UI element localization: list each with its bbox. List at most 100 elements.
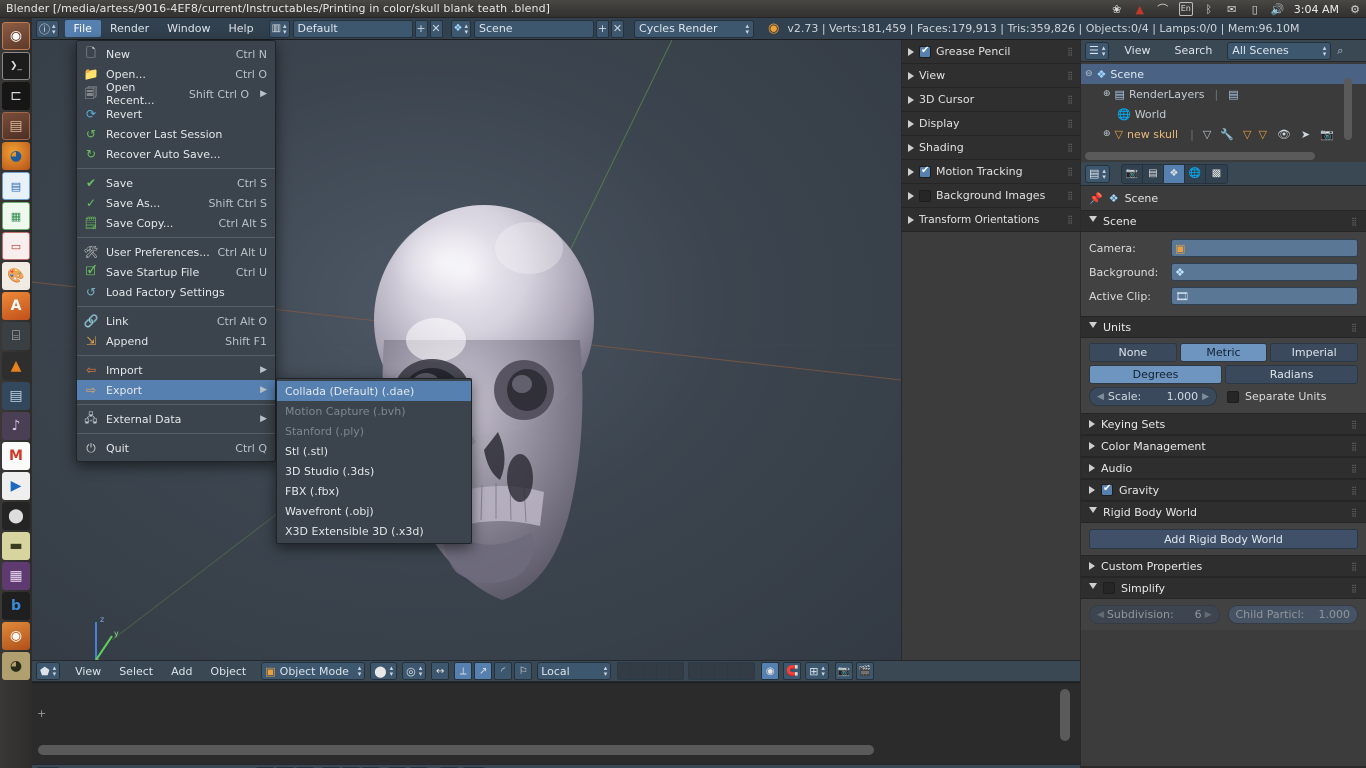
rotation-units-radians[interactable]: Radians [1225,365,1358,384]
npanel-transform-orientations[interactable]: Transform Orientations ⣿ [902,208,1080,232]
panel-drag-handle[interactable]: ⣿ [1351,464,1358,472]
expand-icon[interactable]: ⊕ [1103,89,1111,99]
new-screen-layout-button[interactable]: + [414,19,428,38]
dock-item-vlc[interactable]: ▲ [2,352,30,380]
panel-drag-handle[interactable]: ⣿ [1351,508,1358,516]
outliner-editor[interactable]: ☰ ▴ ▾ View Search All Scenes ▴ ▾ ⌕ ⊖ ❖ Sce… [1080,40,1366,162]
chevron-left-icon[interactable]: ◀ [1097,610,1104,620]
mesh-data-icon[interactable]: ▽ [1203,128,1211,141]
file-menu-export[interactable]: ⇨ Export ▶ [77,380,275,400]
dock-item-video-editor[interactable]: ▦ [2,562,30,590]
child-particles-slider[interactable]: Child Particl: 1.000 [1227,605,1358,624]
file-menu-open-recent[interactable]: 🗐 Open Recent... Shift Ctrl O ▶ [77,81,275,107]
panel-drag-handle[interactable]: ⣿ [1067,216,1074,224]
dock-item-media-player[interactable]: ▶ [2,472,30,500]
timeline-editor[interactable]: + [32,682,1080,764]
file-menu-quit[interactable]: ⏻ Quit Ctrl Q [77,438,275,458]
file-menu-external-data[interactable]: 🖧 External Data ▶ [77,409,275,429]
tab-texture[interactable]: ▩ [1206,165,1227,183]
file-menu-save-startup-file[interactable]: 🗹 Save Startup File Ctrl U [77,262,275,282]
panel-drag-handle[interactable]: ⣿ [1067,72,1074,80]
panel-drag-handle[interactable]: ⣿ [1351,584,1358,592]
dock-item-archive-manager[interactable]: ▤ [2,382,30,410]
interaction-mode-selector[interactable]: ▣ Object Mode ▴ ▾ [261,662,366,680]
npanel-3d-cursor[interactable]: 3D Cursor ⣿ [902,88,1080,112]
delete-screen-layout-button[interactable]: ✕ [429,19,443,38]
background-images-checkbox[interactable] [919,189,931,202]
unit-system-imperial[interactable]: Imperial [1270,343,1359,362]
volume-icon[interactable]: 🔊 [1271,2,1285,16]
panel-header-simplify[interactable]: Simplify ⣿ [1081,577,1366,599]
file-menu-user-preferences[interactable]: 🛠 User Preferences... Ctrl Alt U [77,242,275,262]
outliner-row-new-skull[interactable]: ⊕ ▽ new skull | ▽ 🔧 ▽ ▽ 👁 ➤ 📷 [1081,124,1366,144]
panel-header-audio[interactable]: Audio ⣿ [1081,457,1366,479]
separate-units-control[interactable]: Separate Units [1227,390,1326,403]
dock-item-libreoffice-impress[interactable]: ▭ [2,232,30,260]
menu-help[interactable]: Help [219,20,262,37]
dock-item-wings3d[interactable]: ▬ [2,532,30,560]
render-image-icon[interactable]: 📷 [834,662,853,680]
viewport-shading-selector[interactable]: ⬤ ▴ ▾ [370,662,398,680]
file-menu-dropdown[interactable]: 🗋 New Ctrl N 📁 Open... Ctrl O 🗐 Open Rec… [76,40,276,462]
file-menu-save-copy[interactable]: 🗒 Save Copy... Ctrl Alt S [77,213,275,233]
editor-type-selector-properties[interactable]: ▤ ▴ ▾ [1085,164,1110,183]
dock-item-terminal[interactable]: ❯_ [2,52,30,80]
timeline-expand-icon[interactable]: + [37,707,46,720]
tab-render[interactable]: 📷 [1122,164,1143,183]
tab-scene[interactable]: ❖ [1163,164,1185,183]
viewport-menu-object[interactable]: Object [201,663,255,680]
file-menu-recover-auto-save[interactable]: ↻ Recover Auto Save... [77,144,275,164]
panel-drag-handle[interactable]: ⣿ [1351,420,1358,428]
file-menu-append[interactable]: ⇲ Append Shift F1 [77,331,275,351]
expand-icon[interactable]: ⊕ [1103,129,1111,139]
file-menu-new[interactable]: 🗋 New Ctrl N [77,44,275,64]
outliner-horizontal-scrollbar[interactable] [1085,152,1315,160]
mesh-triangle-icon[interactable]: ▽ [1258,128,1266,141]
file-menu-load-factory-settings[interactable]: ↺ Load Factory Settings [77,282,275,302]
scale-manipulator-icon[interactable]: ◜ [494,662,513,680]
panel-drag-handle[interactable]: ⣿ [1351,562,1358,570]
timeline-horizontal-scrollbar[interactable] [38,745,874,755]
scene-layers-block-b[interactable] [688,662,756,680]
new-scene-button[interactable]: + [596,19,610,38]
rotation-units-degrees[interactable]: Degrees [1089,365,1222,384]
panel-drag-handle[interactable]: ⣿ [1351,217,1358,225]
file-menu-recover-last-session[interactable]: ↺ Recover Last Session [77,124,275,144]
npanel-display[interactable]: Display ⣿ [902,112,1080,136]
renderlayers-data-icon[interactable]: ▤ [1228,88,1238,101]
panel-drag-handle[interactable]: ⣿ [1067,96,1074,104]
outliner-display-mode-selector[interactable]: All Scenes ▴ ▾ [1227,41,1332,60]
panel-drag-handle[interactable]: ⣿ [1351,442,1358,450]
dock-item-music-player[interactable]: ♪ [2,412,30,440]
mail-icon[interactable]: ✉ [1225,2,1239,16]
chevron-right-icon[interactable]: ▶ [1205,610,1212,620]
menu-window[interactable]: Window [158,20,219,37]
dock-item-files[interactable]: ⊏ [2,82,30,110]
unity-launcher-dock[interactable]: ◉ ❯_ ⊏ ▤ ◕ ▤ ▦ ▭ 🎨 A ⌸ ▲ ▤ ♪ M ▶ ⬤ ▬ ▦ b… [0,18,32,768]
export-x3d[interactable]: X3D Extensible 3D (.x3d) [277,521,471,541]
outliner-row-renderlayers[interactable]: ⊕ ▤ RenderLayers | ▤ [1081,84,1366,104]
viewport-menu-select[interactable]: Select [110,663,162,680]
battery-icon[interactable]: ▯ [1248,2,1262,16]
wifi-icon[interactable]: ⌒ [1156,2,1170,16]
translate-manipulator-icon[interactable]: ⟂ [454,662,473,680]
export-3d-studio[interactable]: 3D Studio (.3ds) [277,461,471,481]
pin-icon[interactable]: 📌 [1089,192,1103,205]
dock-item-libreoffice-writer[interactable]: ▤ [2,172,30,200]
panel-drag-handle[interactable]: ⣿ [1067,48,1074,56]
camera-field[interactable]: ▣ [1171,239,1358,257]
dock-item-firefox[interactable]: ◕ [2,142,30,170]
outliner-menu-view[interactable]: View [1115,42,1159,59]
visibility-eye-icon[interactable]: 👁 [1277,128,1291,141]
rotate-manipulator-icon[interactable]: ↗ [474,662,493,680]
render-animation-icon[interactable]: 🎬 [855,662,874,680]
panel-header-units[interactable]: Units ⣿ [1081,316,1366,338]
renderability-camera-icon[interactable]: 📷 [1320,128,1334,141]
add-rigid-body-world-button[interactable]: Add Rigid Body World [1089,529,1358,549]
manipulator-toggle-button[interactable]: ↔ [431,662,450,680]
panel-drag-handle[interactable]: ⣿ [1067,144,1074,152]
properties-editor[interactable]: ▤ ▴ ▾ 📷 ▤ ❖ 🌐 ▩ 📌 ❖ Scene Scene ⣿ Camera… [1080,162,1366,766]
bluetooth-icon[interactable]: ᛒ [1202,2,1216,16]
export-collada[interactable]: Collada (Default) (.dae) [277,381,471,401]
properties-tab-row[interactable]: 📷 ▤ ❖ 🌐 ▩ [1120,163,1228,184]
